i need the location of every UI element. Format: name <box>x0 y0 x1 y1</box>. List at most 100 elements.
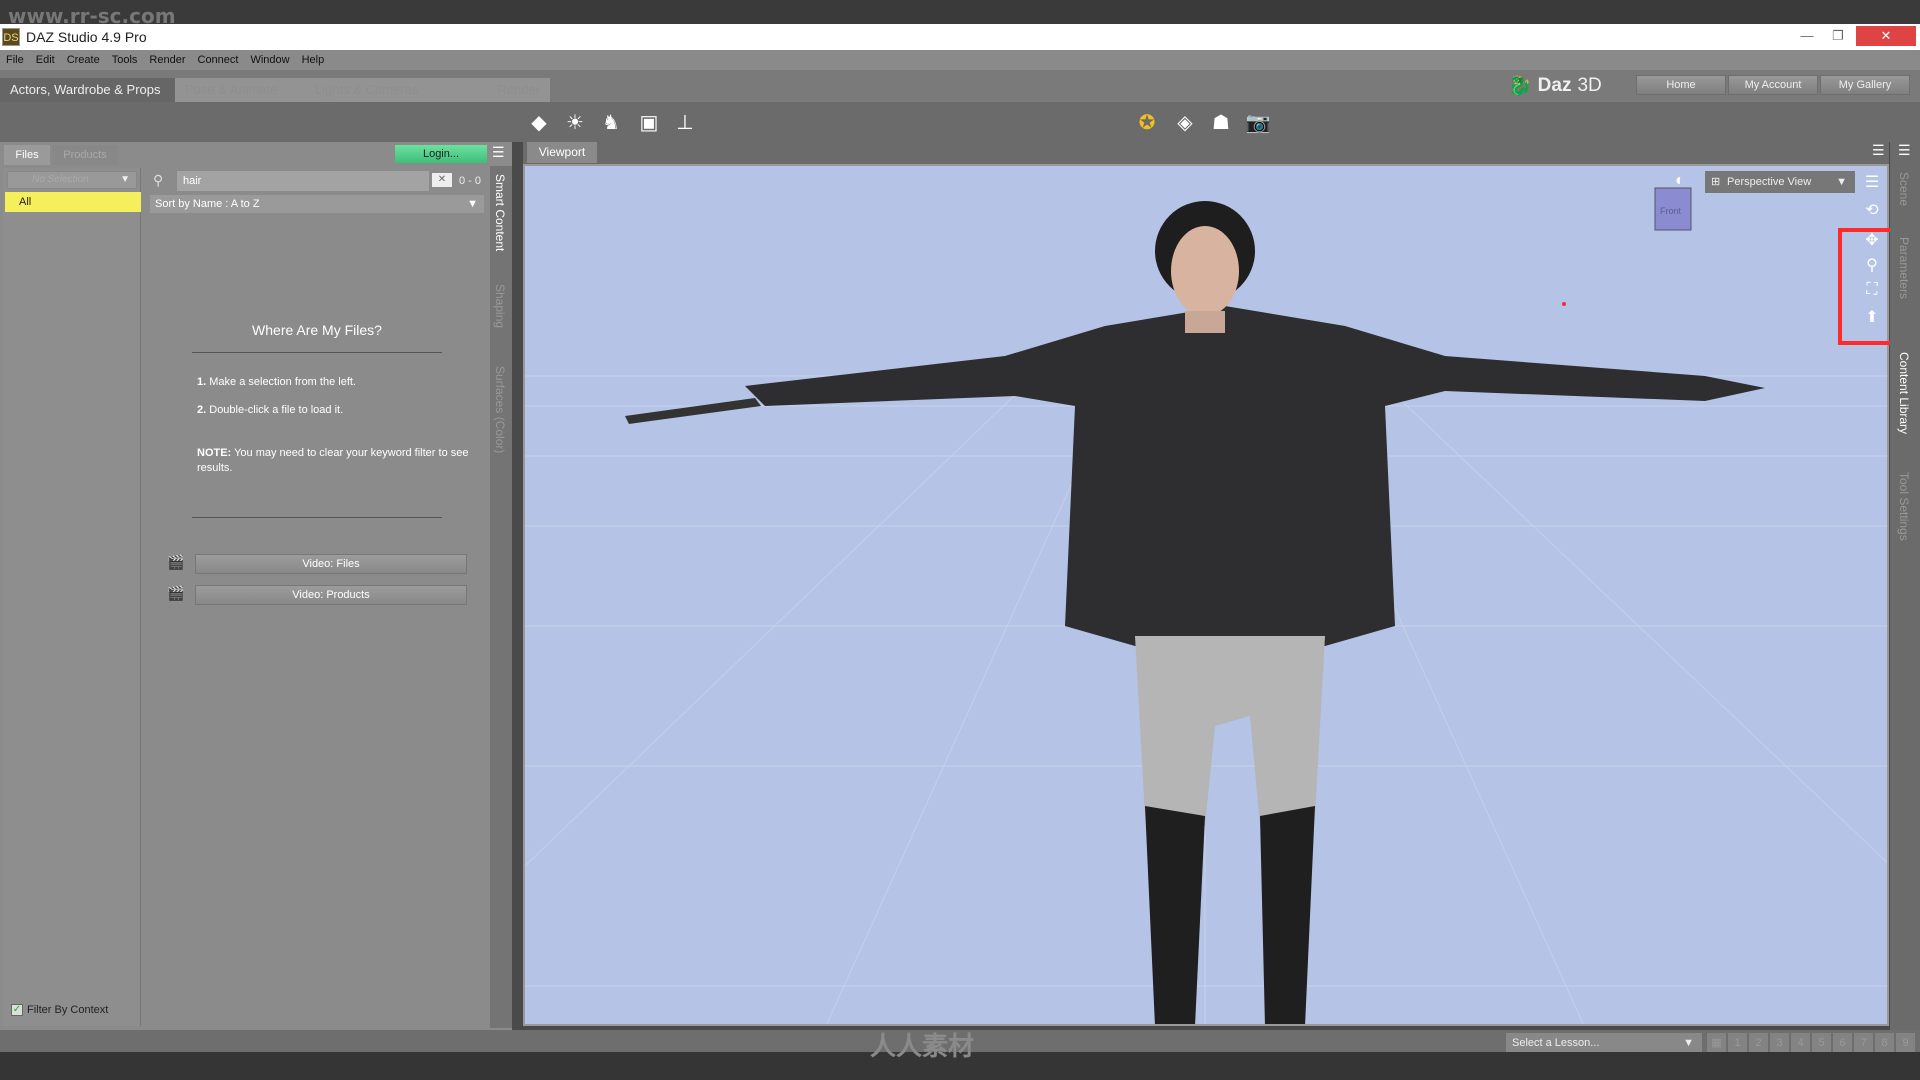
step-text: Make a selection from the left. <box>209 376 356 388</box>
selection-dropdown[interactable]: No Selection ▼ <box>7 171 137 189</box>
tab-smart-content[interactable]: Smart Content <box>493 174 507 251</box>
brand-name: Daz <box>1537 75 1572 96</box>
menu-file[interactable]: File <box>6 54 24 66</box>
help-note: NOTE: You may need to clear your keyword… <box>197 446 477 476</box>
lesson-page-9[interactable]: 9 <box>1896 1033 1915 1053</box>
lesson-grid-icon[interactable]: ▦ <box>1707 1033 1726 1053</box>
joint-tool-icon[interactable]: ☗ <box>1208 110 1234 136</box>
lesson-page-5[interactable]: 5 <box>1812 1033 1831 1053</box>
result-count: 0 - 0 <box>459 175 482 187</box>
tab-parameters[interactable]: Parameters <box>1897 237 1911 299</box>
tab-shaping[interactable]: Shaping <box>493 284 507 328</box>
search-input[interactable]: hair <box>177 171 429 191</box>
left-side-tabs: Smart Content Shaping Surfaces (Color) <box>490 166 512 1028</box>
note-label: NOTE: <box>197 447 232 459</box>
tab-lights-cameras[interactable]: Lights & Cameras <box>305 78 470 102</box>
lesson-page-6[interactable]: 6 <box>1833 1033 1852 1053</box>
view-dropdown[interactable]: ⊞ Perspective View ▼ <box>1705 171 1855 193</box>
prop-icon[interactable]: ▣ <box>636 110 662 136</box>
lesson-page-1[interactable]: 1 <box>1728 1033 1747 1053</box>
lesson-page-4[interactable]: 4 <box>1791 1033 1810 1053</box>
my-gallery-button[interactable]: My Gallery <box>1820 75 1910 95</box>
lesson-dropdown[interactable]: Select a Lesson... ▼ <box>1506 1033 1702 1053</box>
toolbar: ◆ ☀ ♞ ▣ ⊥ ✪ ◈ ☗ 📷 <box>0 102 1920 142</box>
viewport-menu-icon[interactable]: ☰ <box>1872 142 1885 159</box>
tab-actors-wardrobe-props[interactable]: Actors, Wardrobe & Props <box>0 78 175 102</box>
menu-edit[interactable]: Edit <box>36 54 55 66</box>
surface-tool-icon[interactable]: ◈ <box>1172 110 1198 136</box>
tab-viewport[interactable]: Viewport <box>527 142 597 163</box>
step-number: 2. <box>197 404 207 416</box>
step-text: Double-click a file to load it. <box>209 404 344 416</box>
menu-help[interactable]: Help <box>302 54 325 66</box>
view-cube-label[interactable]: Front <box>1660 206 1682 216</box>
menu-tools[interactable]: Tools <box>112 54 138 66</box>
universal-tool-icon[interactable]: ✪ <box>1134 110 1160 136</box>
tab-products[interactable]: Products <box>52 145 118 165</box>
draw-style-icon[interactable]: ◐ <box>1675 172 1685 190</box>
chevron-down-icon: ▼ <box>467 198 478 210</box>
lesson-page-7[interactable]: 7 <box>1854 1033 1873 1053</box>
clear-search-icon[interactable]: ✕ <box>432 173 452 187</box>
chevron-down-icon: ▼ <box>1683 1037 1694 1049</box>
sort-value: Sort by Name : A to Z <box>155 198 260 210</box>
figure-icon[interactable]: ♞ <box>598 110 624 136</box>
node-icon[interactable]: ⊥ <box>672 110 698 136</box>
tab-tool-settings[interactable]: Tool Settings <box>1897 472 1911 541</box>
menu-connect[interactable]: Connect <box>198 54 239 66</box>
render-camera-icon[interactable]: 📷 <box>1245 110 1271 136</box>
tab-scene[interactable]: Scene <box>1897 172 1911 206</box>
maximize-button[interactable]: ❐ <box>1824 26 1852 46</box>
tab-render[interactable]: Render <box>470 78 550 102</box>
panel-menu-icon[interactable]: ☰ <box>492 144 505 161</box>
step-number: 1. <box>197 376 207 388</box>
content-library-panel: Files Products Login... ☰ No Selection ▼ … <box>0 142 512 1030</box>
tab-files[interactable]: Files <box>4 145 50 165</box>
panel-menu-icon[interactable]: ☰ <box>1898 142 1911 159</box>
help-step-2: 2. Double-click a file to load it. <box>197 404 343 416</box>
lesson-value: Select a Lesson... <box>1512 1037 1600 1049</box>
video-products-button[interactable]: Video: Products <box>195 585 467 605</box>
filter-by-context[interactable]: ✓ Filter By Context <box>11 1004 108 1016</box>
app-logo: DS <box>2 28 20 46</box>
lesson-page-8[interactable]: 8 <box>1875 1033 1894 1053</box>
home-button[interactable]: Home <box>1636 75 1726 95</box>
checkbox-icon[interactable]: ✓ <box>11 1004 23 1016</box>
orbit-icon[interactable]: ⟲ <box>1860 200 1884 222</box>
tab-content-library[interactable]: Content Library <box>1897 352 1911 434</box>
minimize-button[interactable]: — <box>1793 26 1821 46</box>
my-account-button[interactable]: My Account <box>1728 75 1818 95</box>
divider <box>192 517 442 518</box>
viewport[interactable]: Front <box>523 164 1889 1026</box>
video-files-button[interactable]: Video: Files <box>195 554 467 574</box>
environment-icon[interactable]: ☀ <box>562 110 588 136</box>
tab-pose-animate[interactable]: Pose & Animate <box>175 78 305 102</box>
menu-render[interactable]: Render <box>149 54 185 66</box>
close-button[interactable]: ✕ <box>1856 26 1916 46</box>
menu-window[interactable]: Window <box>250 54 289 66</box>
viewport-options-icon[interactable]: ☰ <box>1860 172 1884 194</box>
top-band <box>0 0 1920 24</box>
menu-bar: File Edit Create Tools Render Connect Wi… <box>0 50 1920 70</box>
tab-surfaces[interactable]: Surfaces (Color) <box>493 366 507 453</box>
lesson-page-3[interactable]: 3 <box>1770 1033 1789 1053</box>
search-icon: ⚲ <box>153 172 164 188</box>
window-icon: ⊞ <box>1711 176 1721 188</box>
lesson-page-2[interactable]: 2 <box>1749 1033 1768 1053</box>
video-clapper-icon: 🎬 <box>167 585 185 601</box>
title-bar: DS DAZ Studio 4.9 Pro — ❐ ✕ <box>0 24 1920 50</box>
category-list: No Selection ▼ All ✓ Filter By Context <box>3 168 141 1026</box>
new-primitive-icon[interactable]: ◆ <box>526 110 552 136</box>
room-tabs: Actors, Wardrobe & Props Pose & Animate … <box>0 70 1920 102</box>
daz-dragon-icon: 🐉 <box>1508 76 1532 97</box>
note-text: You may need to clear your keyword filte… <box>197 447 469 474</box>
help-step-1: 1. Make a selection from the left. <box>197 376 356 388</box>
files-content: ⚲ hair ✕ 0 - 0 Sort by Name : A to Z ▼ Wh… <box>147 168 487 1026</box>
category-all[interactable]: All <box>5 192 141 212</box>
menu-create[interactable]: Create <box>67 54 100 66</box>
right-side-tabs: ☰ Scene Parameters Content Library Tool … <box>1890 142 1920 1030</box>
sort-dropdown[interactable]: Sort by Name : A to Z ▼ <box>150 195 484 213</box>
login-button[interactable]: Login... <box>395 145 487 163</box>
scene-canvas: Front <box>525 187 1887 1024</box>
window-title: DAZ Studio 4.9 Pro <box>26 29 147 45</box>
